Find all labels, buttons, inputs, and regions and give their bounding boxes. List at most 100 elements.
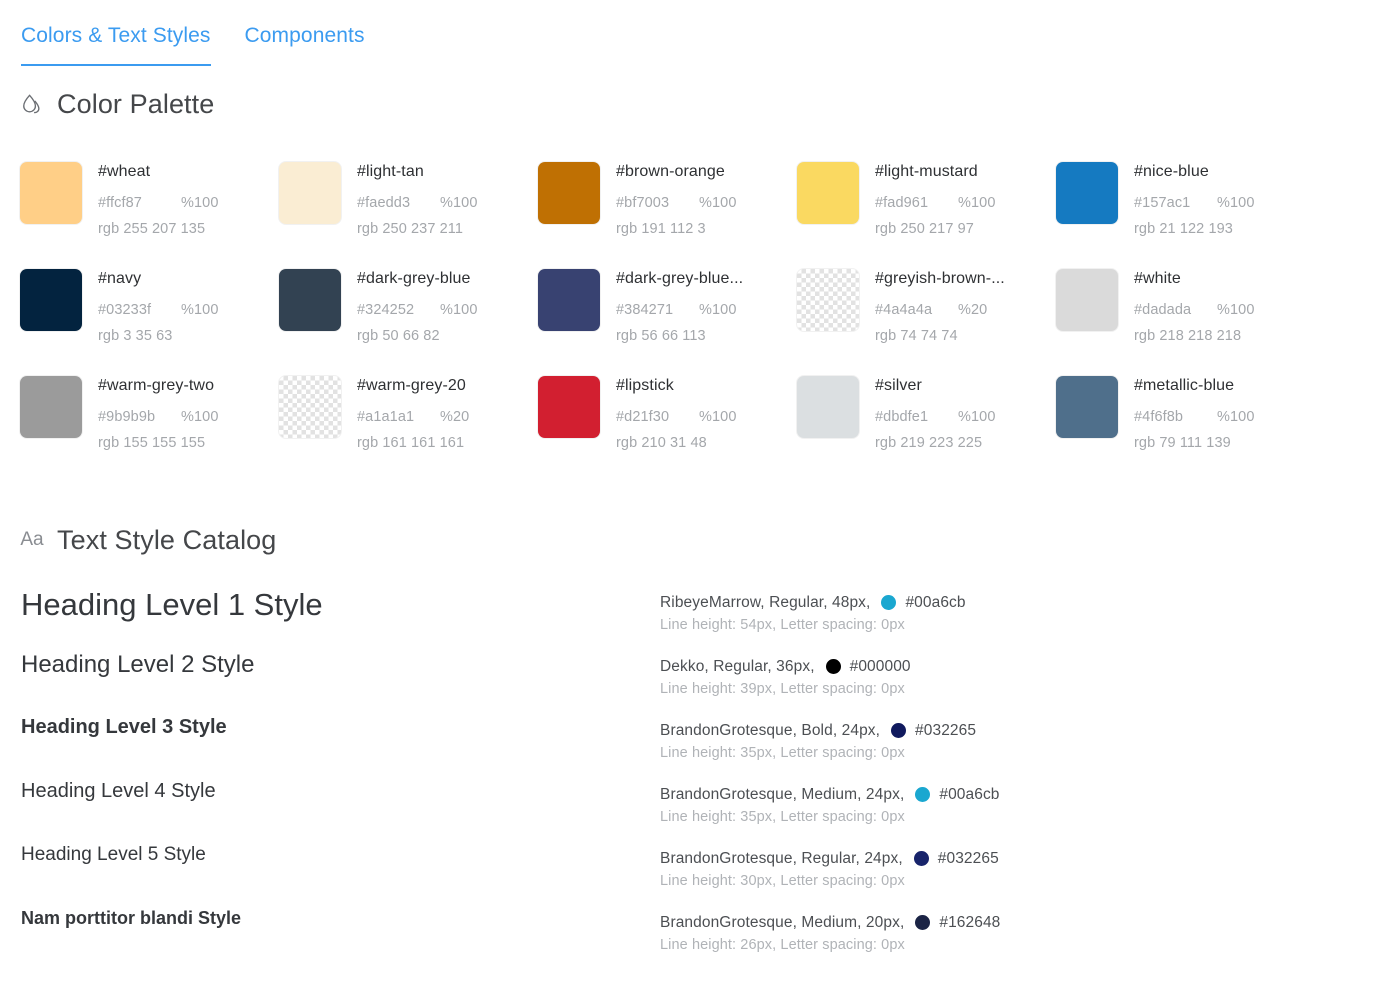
color-swatch-info: #silver #dbdfe1 %100 rgb 219 223 225 <box>875 374 996 453</box>
color-swatch-hex: #a1a1a1 <box>357 409 415 425</box>
text-style-row[interactable]: Heading Level 3 Style BrandonGrotesque, B… <box>0 714 1382 778</box>
color-swatch-opacity: %100 <box>440 195 478 211</box>
color-swatch-item[interactable]: #brown-orange #bf7003 %100 rgb 191 112 3 <box>538 160 797 267</box>
color-swatch-name: #warm-grey-two <box>98 377 215 394</box>
color-swatch-hex-row: #bf7003 %100 <box>616 194 737 213</box>
text-style-spec-row: Dekko, Regular, 36px, #000000 <box>660 656 1382 677</box>
text-style-sample: Heading Level 2 Style <box>21 651 255 678</box>
text-style-catalog-title: Text Style Catalog <box>57 525 277 555</box>
text-style-row[interactable]: Nam porttitor blandi Style BrandonGrotesq… <box>0 906 1382 970</box>
color-swatch-chip[interactable] <box>279 162 341 224</box>
color-palette-title: Color Palette <box>57 89 215 119</box>
color-swatch-info: #light-mustard #fad961 %100 rgb 250 217 97 <box>875 160 996 239</box>
color-swatch-info: #nice-blue #157ac1 %100 rgb 21 122 193 <box>1134 160 1255 239</box>
text-style-color-dot-icon <box>915 915 931 930</box>
color-swatch-hex-row: #ffcf87 %100 <box>98 194 219 213</box>
color-swatch-hex: #4a4a4a <box>875 302 933 318</box>
text-style-row[interactable]: Heading Level 5 Style BrandonGrotesque, R… <box>0 842 1382 906</box>
color-swatch-item[interactable]: #warm-grey-two #9b9b9b %100 rgb 155 155 155 <box>20 374 279 481</box>
color-swatch-hex-row: #157ac1 %100 <box>1134 194 1255 213</box>
color-swatch-chip[interactable] <box>797 269 859 331</box>
color-swatch-chip[interactable] <box>797 376 859 438</box>
tab-components[interactable]: Components <box>245 22 365 66</box>
text-style-spec-row: BrandonGrotesque, Medium, 20px, #162648 <box>660 912 1382 933</box>
aa-icon-label: Aa <box>20 529 44 550</box>
color-swatch-chip[interactable] <box>797 162 859 224</box>
color-swatch-chip[interactable] <box>538 269 600 331</box>
color-swatch-chip[interactable] <box>20 269 82 331</box>
color-swatch-item[interactable]: #greyish-brown-... #4a4a4a %20 rgb 74 74 74 <box>797 267 1056 374</box>
text-style-row[interactable]: Heading Level 4 Style BrandonGrotesque, M… <box>0 778 1382 842</box>
color-swatch-item[interactable]: #dark-grey-blue... #384271 %100 rgb 56 66 1… <box>538 267 797 374</box>
color-swatch-chip[interactable] <box>538 376 600 438</box>
color-swatch-item[interactable]: #dark-grey-blue #324252 %100 rgb 50 66 82 <box>279 267 538 374</box>
color-swatch-rgb: rgb 79 111 139 <box>1134 435 1231 451</box>
text-style-spec-row: BrandonGrotesque, Medium, 24px, #00a6cb <box>660 784 1382 805</box>
color-swatch-name: #warm-grey-20 <box>357 377 466 394</box>
text-style-row[interactable]: Heading Level 1 Style RibeyeMarrow, Regul… <box>0 586 1382 650</box>
color-swatch-item[interactable]: #silver #dbdfe1 %100 rgb 219 223 225 <box>797 374 1056 481</box>
color-swatch-hex-row: #324252 %100 <box>357 301 478 320</box>
color-swatch-info: #wheat #ffcf87 %100 rgb 255 207 135 <box>98 160 219 239</box>
color-swatch-info: #metallic-blue #4f6f8b %100 rgb 79 111 139 <box>1134 374 1255 453</box>
text-style-spec: Dekko, Regular, 36px, <box>660 658 815 675</box>
text-style-spec: BrandonGrotesque, Medium, 24px, <box>660 786 905 803</box>
color-swatch-item[interactable]: #navy #03233f %100 rgb 3 35 63 <box>20 267 279 374</box>
color-swatch-chip[interactable] <box>279 269 341 331</box>
color-swatch-name: #lipstick <box>616 377 674 394</box>
color-swatch-rgb: rgb 74 74 74 <box>875 328 958 344</box>
color-swatch-item[interactable]: #warm-grey-20 #a1a1a1 %20 rgb 161 161 161 <box>279 374 538 481</box>
color-swatch-chip[interactable] <box>1056 269 1118 331</box>
color-swatch-name: #brown-orange <box>616 163 725 180</box>
color-palette-section-header: Color Palette <box>18 88 214 120</box>
text-style-row[interactable]: Heading Level 2 Style Dekko, Regular, 36p… <box>0 650 1382 714</box>
color-swatch-chip[interactable] <box>279 376 341 438</box>
text-style-meta: BrandonGrotesque, Medium, 20px, #162648 Li… <box>660 906 1382 955</box>
color-swatch-info: #warm-grey-20 #a1a1a1 %20 rgb 161 161 161 <box>357 374 469 453</box>
text-style-spec: BrandonGrotesque, Medium, 20px, <box>660 914 905 931</box>
droplet-icon <box>18 90 46 118</box>
color-swatch-name: #silver <box>875 377 922 394</box>
color-swatch-hex-row: #9b9b9b %100 <box>98 408 219 427</box>
color-swatch-rgb: rgb 21 122 193 <box>1134 221 1233 237</box>
text-style-color-hex: #00a6cb <box>939 786 1000 803</box>
color-swatch-hex-row: #4f6f8b %100 <box>1134 408 1255 427</box>
text-style-color-dot-icon <box>915 787 931 802</box>
color-swatch-chip[interactable] <box>20 162 82 224</box>
color-swatch-chip[interactable] <box>20 376 82 438</box>
color-swatch-opacity: %100 <box>181 409 219 425</box>
color-swatch-item[interactable]: #wheat #ffcf87 %100 rgb 255 207 135 <box>20 160 279 267</box>
color-swatch-item[interactable]: #lipstick #d21f30 %100 rgb 210 31 48 <box>538 374 797 481</box>
color-swatch-hex-row: #dbdfe1 %100 <box>875 408 996 427</box>
color-swatch-hex-row: #faedd3 %100 <box>357 194 478 213</box>
color-swatch-hex-row: #fad961 %100 <box>875 194 996 213</box>
text-style-spec-row: BrandonGrotesque, Regular, 24px, #032265 <box>660 848 1382 869</box>
color-swatch-item[interactable]: #nice-blue #157ac1 %100 rgb 21 122 193 <box>1056 160 1315 267</box>
text-style-details: Line height: 39px, Letter spacing: 0px <box>660 681 905 697</box>
color-swatch-name: #white <box>1134 270 1181 287</box>
color-swatch-hex-row: #4a4a4a %20 <box>875 301 1005 320</box>
color-swatch-name: #metallic-blue <box>1134 377 1235 394</box>
color-swatch-info: #greyish-brown-... #4a4a4a %20 rgb 74 74 74 <box>875 267 1005 346</box>
tab-colors-text-styles[interactable]: Colors & Text Styles <box>21 22 211 66</box>
color-swatch-info: #dark-grey-blue #324252 %100 rgb 50 66 82 <box>357 267 478 346</box>
color-swatch-hex-row: #384271 %100 <box>616 301 743 320</box>
color-swatch-rgb: rgb 161 161 161 <box>357 435 465 451</box>
color-swatch-opacity: %100 <box>1217 302 1255 318</box>
color-swatch-info: #warm-grey-two #9b9b9b %100 rgb 155 155 155 <box>98 374 219 453</box>
color-swatch-hex-row: #a1a1a1 %20 <box>357 408 469 427</box>
color-swatch-hex: #384271 <box>616 302 674 318</box>
text-style-color-hex: #032265 <box>915 722 977 739</box>
color-swatch-hex: #dbdfe1 <box>875 409 929 425</box>
color-swatch-chip[interactable] <box>538 162 600 224</box>
color-swatch-name: #dark-grey-blue <box>357 270 471 287</box>
color-swatch-chip[interactable] <box>1056 162 1118 224</box>
color-swatch-opacity: %100 <box>699 302 737 318</box>
color-swatch-info: #brown-orange #bf7003 %100 rgb 191 112 3 <box>616 160 737 239</box>
text-style-color-hex: #162648 <box>939 914 1001 931</box>
color-swatch-item[interactable]: #white #dadada %100 rgb 218 218 218 <box>1056 267 1315 374</box>
color-swatch-item[interactable]: #light-mustard #fad961 %100 rgb 250 217 97 <box>797 160 1056 267</box>
color-swatch-item[interactable]: #light-tan #faedd3 %100 rgb 250 237 211 <box>279 160 538 267</box>
color-swatch-item[interactable]: #metallic-blue #4f6f8b %100 rgb 79 111 139 <box>1056 374 1315 481</box>
color-swatch-chip[interactable] <box>1056 376 1118 438</box>
